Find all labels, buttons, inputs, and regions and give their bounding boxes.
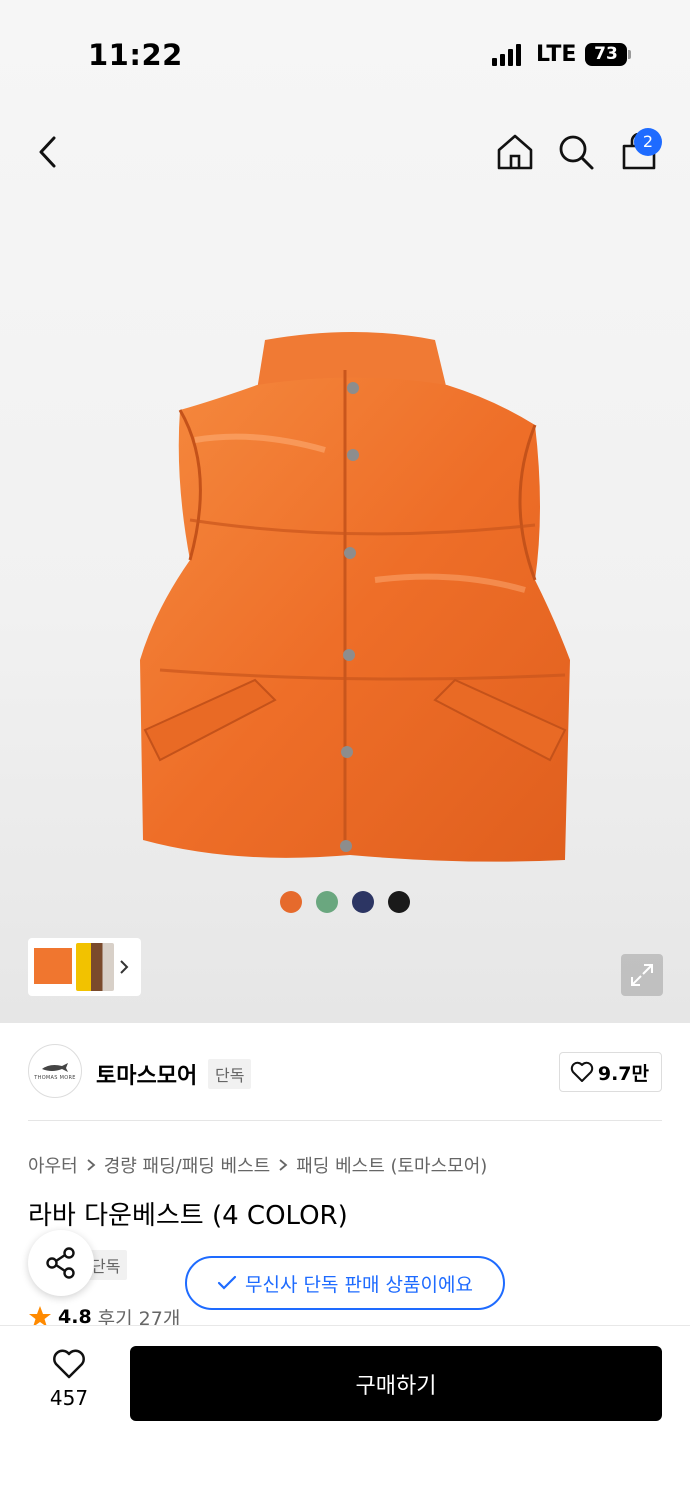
battery-icon: 73 [585, 43, 627, 66]
divider [28, 1120, 662, 1121]
wishlist-button[interactable]: 457 [40, 1348, 98, 1410]
brand-logo-text: THOMAS MORE [34, 1075, 76, 1081]
back-icon [39, 136, 56, 168]
buy-button[interactable]: 구매하기 [130, 1346, 662, 1421]
battery-tip [628, 50, 631, 59]
search-icon [559, 135, 594, 170]
wishlist-count: 457 [49, 1386, 89, 1410]
color-swatches [280, 891, 410, 913]
chevron-right-icon [279, 1159, 288, 1171]
breadcrumb: 아우터 경량 패딩/패딩 베스트 패딩 베스트 (토마스모어) [28, 1152, 487, 1178]
cart-count-badge: 2 [634, 128, 662, 156]
home-button[interactable] [491, 128, 539, 176]
home-icon [497, 134, 533, 170]
color-swatch-navy[interactable] [352, 891, 374, 913]
brand-like-count: 9.7만 [597, 1062, 649, 1085]
breadcrumb-item-light-padding[interactable]: 경량 패딩/패딩 베스트 [104, 1152, 271, 1178]
status-bar: 11:22 LTE 73 [0, 0, 690, 100]
thumbnail-strip[interactable] [28, 938, 141, 996]
heart-icon [570, 1061, 594, 1082]
chevron-right-icon [120, 960, 129, 974]
breadcrumb-item-padding-vest[interactable]: 패딩 베스트 (토마스모어) [296, 1152, 487, 1178]
search-button[interactable] [552, 128, 600, 176]
heart-icon [53, 1349, 85, 1379]
brand-logo[interactable]: THOMAS MORE [28, 1044, 82, 1098]
network-label: LTE [536, 42, 577, 67]
thumbnail-orange-vest[interactable] [34, 943, 72, 991]
product-photo-vest[interactable] [135, 330, 575, 870]
status-time: 11:22 [88, 38, 183, 72]
color-swatch-green[interactable] [316, 891, 338, 913]
thumbnail-model[interactable] [76, 943, 114, 991]
expand-icon [631, 964, 653, 986]
brand-like-button[interactable]: 9.7만 [558, 1052, 662, 1092]
toast-message: 무신사 단독 판매 상품이에요 [245, 1273, 473, 1296]
chevron-right-icon [87, 1159, 96, 1171]
color-swatch-orange[interactable] [280, 891, 302, 913]
brand-name[interactable]: 토마스모어 [96, 1058, 197, 1090]
bottom-action-bar: 457 구매하기 [0, 1325, 690, 1500]
brand-row: THOMAS MORE 토마스모어 단독 9.7만 [28, 1042, 662, 1102]
brand-exclusive-tag: 단독 [208, 1059, 252, 1089]
breadcrumb-item-outer[interactable]: 아우터 [28, 1152, 78, 1178]
product-title: 라바 다운베스트 (4 COLOR) [28, 1201, 348, 1231]
signal-icon [492, 44, 521, 66]
expand-image-button[interactable] [621, 954, 663, 996]
exclusive-toast: 무신사 단독 판매 상품이에요 [185, 1256, 505, 1310]
color-swatch-black[interactable] [388, 891, 410, 913]
share-icon [46, 1247, 75, 1279]
back-button[interactable] [24, 128, 72, 176]
share-button[interactable] [28, 1230, 94, 1296]
top-navigation [0, 120, 690, 184]
check-icon [217, 1275, 237, 1290]
whale-logo-icon [42, 1063, 68, 1072]
